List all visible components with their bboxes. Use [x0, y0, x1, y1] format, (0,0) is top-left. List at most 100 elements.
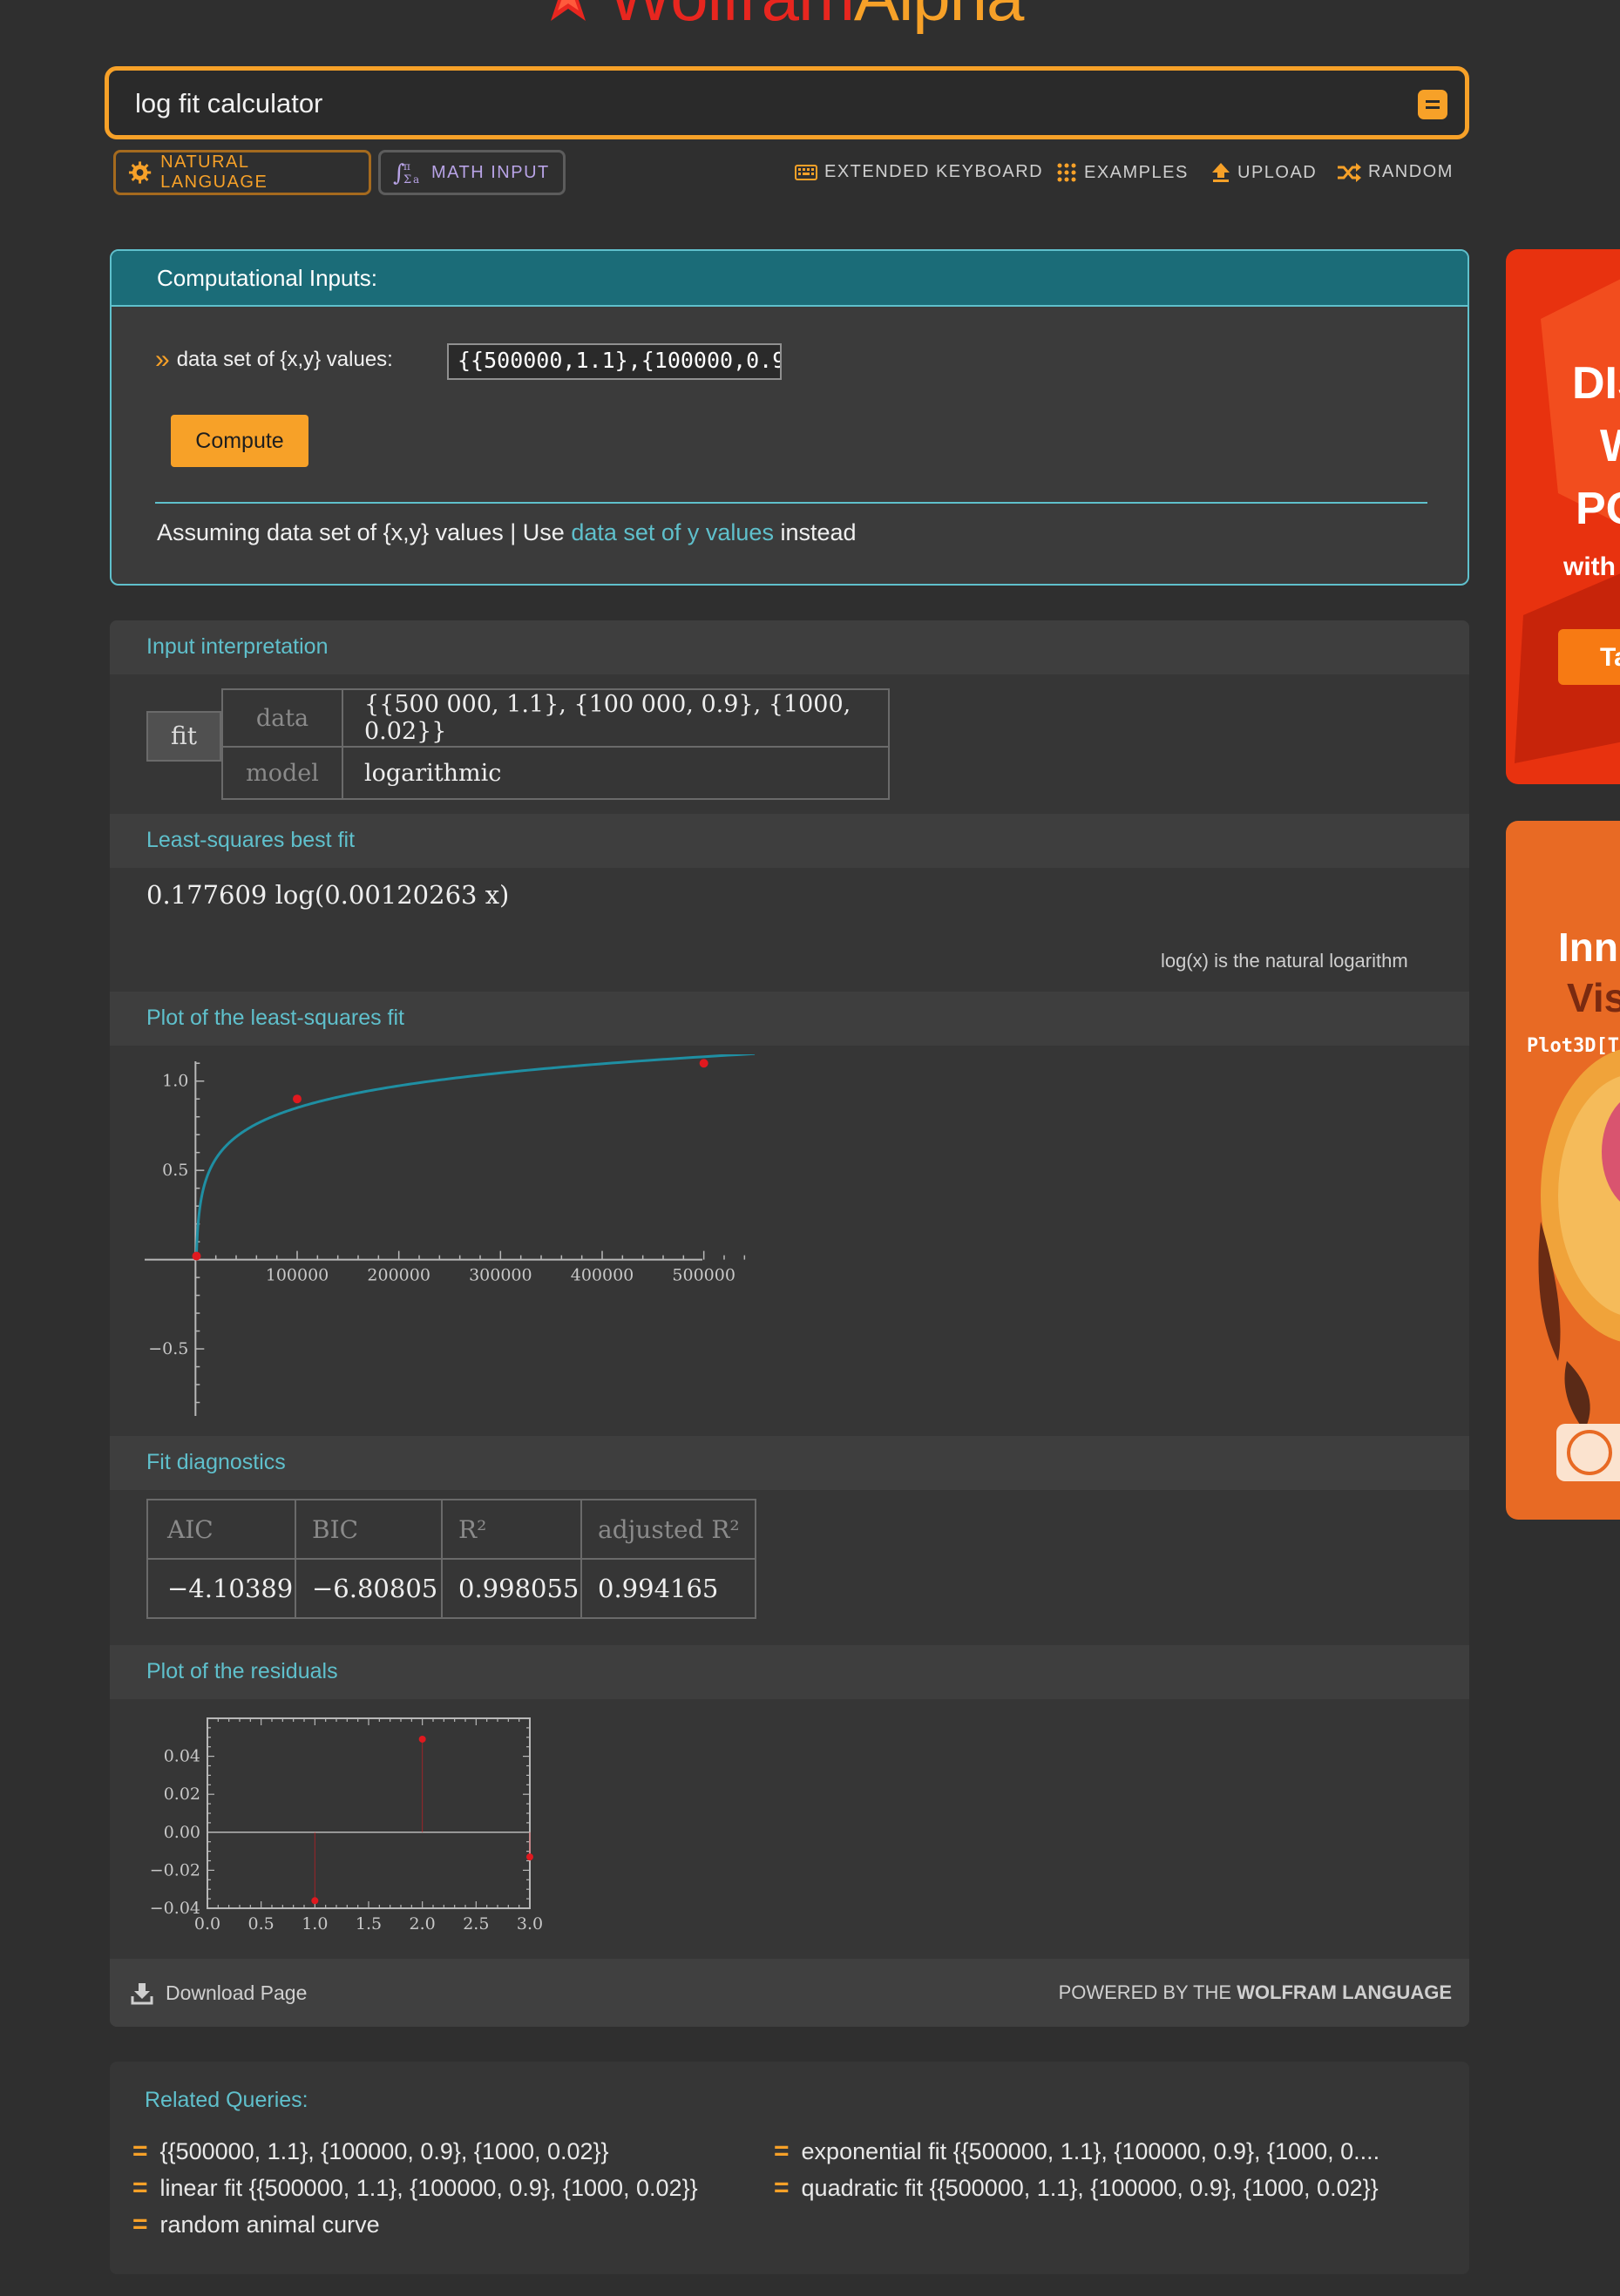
search-input[interactable]: log fit calculator — [135, 88, 322, 119]
math-input-button[interactable]: ∫ π Σ a MATH INPUT — [378, 150, 566, 195]
x-tick-label: 2.5 — [463, 1914, 489, 1934]
download-page-label: Download Page — [166, 1981, 308, 2004]
table-row: data {{500 000, 1.1}, {100 000, 0.9}, {1… — [221, 688, 890, 748]
y-tick-label: 0.00 — [164, 1823, 200, 1842]
wolfram-alpha-logo[interactable]: WolframAlpha — [540, 0, 1024, 30]
equals-icon: = — [132, 2137, 148, 2165]
divider — [155, 502, 1427, 504]
compute-equals-icon[interactable] — [1418, 90, 1447, 119]
input-interpretation-table: data {{500 000, 1.1}, {100 000, 0.9}, {1… — [221, 688, 890, 800]
assume-prefix: Assuming data set of {x,y} values — [157, 519, 504, 545]
natural-language-label: NATURAL LANGUAGE — [160, 152, 268, 192]
equals-icon: = — [774, 2137, 790, 2165]
x-tick-label: 200000 — [367, 1266, 430, 1285]
ad2-line-3: Vis — [1567, 975, 1620, 1020]
svg-text:Σ: Σ — [403, 173, 413, 186]
pod-header-best-fit: Least-squares best fit — [110, 814, 1469, 868]
model-label: model — [221, 746, 343, 800]
grid-dots-icon — [1057, 163, 1076, 182]
extended-keyboard-button[interactable]: EXTENDED KEYBOARD — [795, 162, 1043, 182]
data-set-row: » data set of {x,y} values: — [155, 345, 393, 375]
related-queries-panel: Related Queries: = {{500000, 1.1}, {1000… — [110, 2062, 1469, 2274]
data-point — [293, 1094, 302, 1104]
search-box[interactable]: log fit calculator — [105, 66, 1469, 139]
data-set-of-y-values-link[interactable]: data set of y values — [571, 519, 774, 545]
data-label: data — [221, 688, 343, 748]
related-query-item[interactable]: = linear fit {{500000, 1.1}, {100000, 0.… — [132, 2173, 698, 2203]
y-tick-label: 0.02 — [164, 1785, 200, 1804]
shuffle-icon — [1338, 162, 1361, 182]
diag-header-adjusted-r2: adjusted R² — [580, 1499, 756, 1560]
y-tick-label: −0.5 — [148, 1339, 188, 1358]
ad-banner-bottom[interactable]: P Inn Vis Plot3D[T — [1506, 821, 1620, 1520]
related-query-item[interactable]: = {{500000, 1.1}, {100000, 0.9}, {1000, … — [132, 2137, 609, 2166]
wolfram-star-icon — [551, 0, 586, 21]
pod-header-residuals: Plot of the residuals — [110, 1645, 1469, 1699]
extended-keyboard-label: EXTENDED KEYBOARD — [824, 162, 1044, 181]
y-tick-label: −0.02 — [150, 1860, 200, 1879]
ad2-line-2: Inn — [1558, 924, 1618, 970]
upload-button[interactable]: UPLOAD — [1211, 162, 1317, 183]
plot-frame — [207, 1717, 531, 1909]
examples-button[interactable]: EXAMPLES — [1056, 162, 1189, 183]
random-button[interactable]: RANDOM — [1337, 162, 1454, 182]
ad2-code: Plot3D[T — [1527, 1035, 1619, 1057]
data-set-label: data set of {x,y} values: — [176, 348, 393, 371]
x-tick-label: 0.5 — [248, 1914, 275, 1934]
compute-button[interactable]: Compute — [171, 415, 308, 467]
pod-title: Input interpretation — [146, 634, 329, 659]
ad-banner-top[interactable]: DIS W PO with Ta — [1506, 249, 1620, 784]
data-value: {{500 000, 1.1}, {100 000, 0.9}, {1000, … — [342, 688, 890, 748]
x-tick-label: 300000 — [469, 1266, 532, 1285]
related-query-item[interactable]: = quadratic fit {{500000, 1.1}, {100000,… — [774, 2173, 1379, 2203]
natural-language-button[interactable]: NATURAL LANGUAGE — [113, 150, 371, 195]
diag-value-bic: −6.80805 — [295, 1558, 443, 1619]
x-tick-label: 1.0 — [302, 1914, 328, 1934]
random-label: RANDOM — [1368, 162, 1454, 181]
results-panel: Input interpretation fit data {{500 000,… — [110, 620, 1469, 2027]
related-query-item[interactable]: = random animal curve — [132, 2210, 380, 2239]
equals-icon: = — [774, 2173, 790, 2202]
x-tick-label: 1.5 — [356, 1914, 382, 1934]
download-page-link[interactable]: Download Page — [131, 1981, 307, 2005]
pod-header-fit-diagnostics: Fit diagnostics — [110, 1436, 1469, 1490]
related-query-label: quadratic fit {{500000, 1.1}, {100000, 0… — [801, 2174, 1379, 2201]
diag-header-bic: BIC — [295, 1499, 443, 1560]
ad1-line-1: DIS — [1572, 358, 1620, 409]
download-icon — [131, 1982, 153, 2004]
related-query-label: exponential fit {{500000, 1.1}, {100000,… — [801, 2137, 1380, 2164]
y-tick-label: −0.04 — [150, 1899, 200, 1918]
related-query-label: {{500000, 1.1}, {100000, 0.9}, {1000, 0.… — [159, 2137, 609, 2164]
pod-title: Fit diagnostics — [146, 1450, 286, 1474]
upload-icon — [1212, 163, 1230, 182]
upload-label: UPLOAD — [1237, 162, 1318, 182]
pod-header-input-interpretation: Input interpretation — [110, 620, 1469, 674]
results-footer: Download Page POWERED BY THE WOLFRAM LAN… — [110, 1959, 1469, 2027]
data-set-input[interactable]: {{500000,1.1},{100000,0.9},{1000,0.02}} — [447, 343, 782, 380]
diag-header-aic: AIC — [146, 1499, 296, 1560]
x-tick-label: 100000 — [266, 1266, 329, 1285]
table-row: AIC BIC R² adjusted R² — [146, 1499, 756, 1560]
svg-text:a: a — [413, 173, 421, 186]
related-query-label: linear fit {{500000, 1.1}, {100000, 0.9}… — [159, 2174, 698, 2201]
diag-value-adjusted-r2: 0.994165 — [580, 1558, 756, 1619]
powered-by-prefix: POWERED BY THE — [1058, 1981, 1232, 2003]
assume-separator: | — [510, 519, 517, 545]
powered-by-wolfram[interactable]: POWERED BY THE WOLFRAM LANGUAGE — [1059, 1981, 1452, 2004]
best-fit-formula: 0.177609 log(0.00120263 x) — [146, 880, 510, 910]
fit-plot-chart: 100000 200000 300000 400000 500000 −0.5 0.5 1.0 — [145, 1054, 756, 1416]
x-tick-label: 400000 — [571, 1266, 634, 1285]
y-tick-label: 0.04 — [164, 1747, 200, 1766]
equals-icon: = — [132, 2173, 148, 2202]
fit-diagnostics-table: AIC BIC R² adjusted R² −4.10389 −6.80805… — [146, 1499, 756, 1619]
data-point — [192, 1251, 201, 1261]
related-query-label: random animal curve — [159, 2211, 380, 2238]
double-chevron-icon: » — [155, 345, 170, 374]
diag-value-r2: 0.998055 — [441, 1558, 582, 1619]
related-query-item[interactable]: = exponential fit {{500000, 1.1}, {10000… — [774, 2137, 1379, 2166]
y-tick-label: 1.0 — [162, 1072, 188, 1091]
ad1-line-3: PO — [1576, 484, 1620, 534]
diag-header-r2: R² — [441, 1499, 582, 1560]
logo-text: WolframAlpha — [608, 0, 1024, 30]
table-row: −4.10389 −6.80805 0.998055 0.994165 — [146, 1558, 756, 1619]
